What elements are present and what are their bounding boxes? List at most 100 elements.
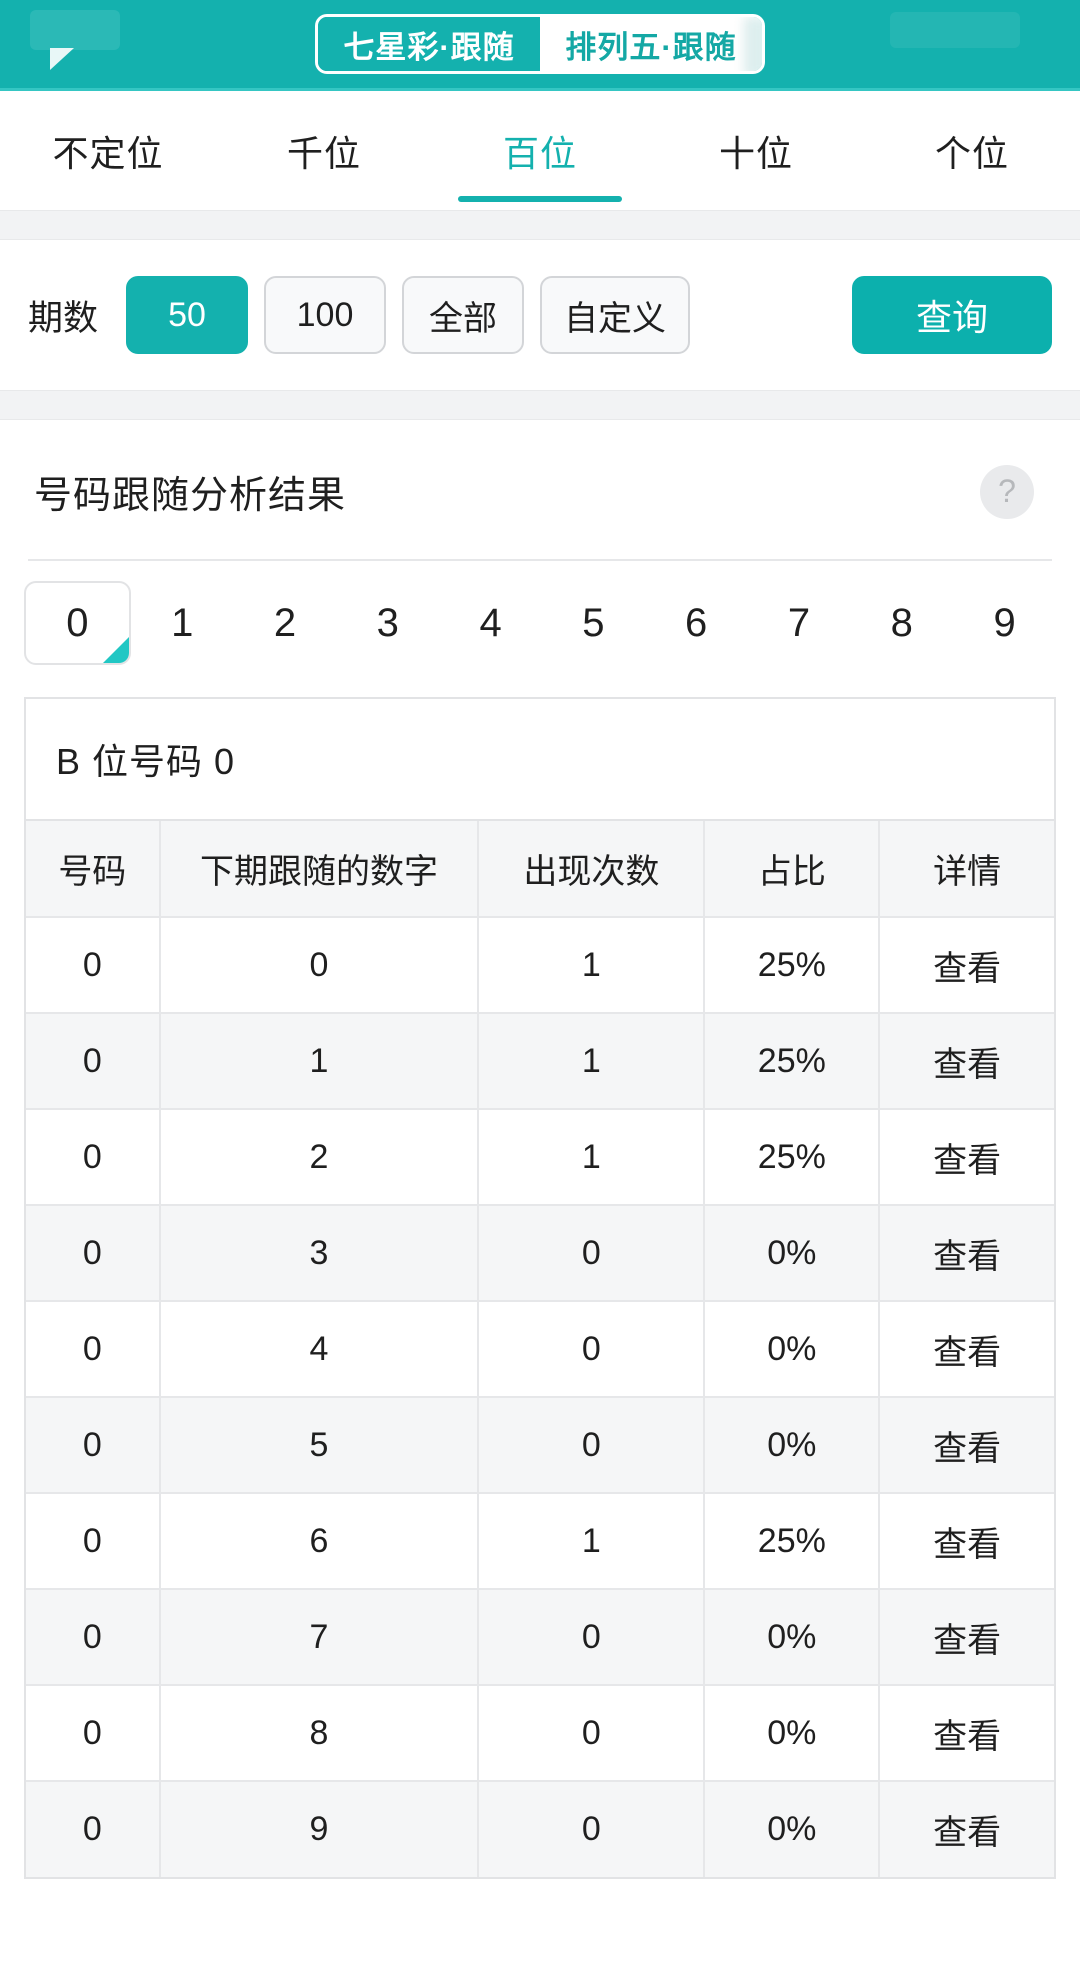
cell-number: 0 <box>26 1205 161 1302</box>
digit-option-1-label: 1 <box>171 600 194 645</box>
table-header-row: 号码 下期跟随的数字 出现次数 占比 详情 <box>26 821 1054 918</box>
cell-follow: 0 <box>159 917 480 1014</box>
table-row: 0 0 1 25% 查看 <box>26 917 1054 1014</box>
segment-pailiewu-label: 排列五·跟随 <box>565 29 737 65</box>
cell-ratio: 0% <box>704 1301 881 1398</box>
tab-shi-wei[interactable]: 十位 <box>648 91 864 210</box>
cell-follow: 4 <box>159 1301 480 1398</box>
header-right-placeholder <box>890 12 1020 48</box>
cell-follow: 9 <box>159 1781 480 1877</box>
cell-detail-link[interactable]: 查看 <box>879 1109 1054 1206</box>
digit-option-5-label: 5 <box>582 600 605 645</box>
cell-count: 1 <box>478 1493 706 1590</box>
help-icon[interactable]: ? <box>980 464 1034 519</box>
period-option-50-label: 50 <box>168 295 206 334</box>
cell-number: 0 <box>26 1109 161 1206</box>
cell-ratio: 0% <box>704 1589 881 1686</box>
period-option-100[interactable]: 100 <box>264 276 387 354</box>
cell-follow: 6 <box>159 1493 480 1590</box>
cell-detail-link[interactable]: 查看 <box>879 1685 1054 1782</box>
cell-count: 0 <box>478 1397 706 1494</box>
table-row: 0 5 0 0% 查看 <box>26 1397 1054 1494</box>
result-header: 号码跟随分析结果 ? <box>0 420 1080 519</box>
digit-option-0[interactable]: 0 <box>24 581 131 665</box>
cell-detail-link[interactable]: 查看 <box>879 1205 1054 1302</box>
section-divider-bottom <box>0 390 1080 420</box>
period-option-50[interactable]: 50 <box>126 276 249 354</box>
header-back-arrow-icon[interactable] <box>50 48 74 70</box>
digit-option-1[interactable]: 1 <box>131 581 234 665</box>
cell-follow: 2 <box>159 1109 480 1206</box>
column-header-number: 号码 <box>26 821 161 918</box>
digit-option-4[interactable]: 4 <box>439 581 542 665</box>
segment-pailiewu[interactable]: 排列五·跟随 <box>540 17 762 71</box>
tab-bai-wei[interactable]: 百位 <box>432 91 648 210</box>
cell-number: 0 <box>26 1301 161 1398</box>
cell-ratio: 25% <box>704 1013 881 1110</box>
period-option-all-label: 全部 <box>429 299 498 338</box>
cell-count: 1 <box>478 917 706 1014</box>
digit-option-3-label: 3 <box>376 600 399 645</box>
query-button[interactable]: 查询 <box>852 276 1052 354</box>
cell-number: 0 <box>26 917 161 1014</box>
table-row: 0 9 0 0% 查看 <box>26 1781 1054 1877</box>
tab-qian-wei-label: 千位 <box>286 132 361 174</box>
cell-number: 0 <box>26 1781 161 1877</box>
cell-number: 0 <box>26 1493 161 1590</box>
digit-option-8[interactable]: 8 <box>850 581 953 665</box>
table-row: 0 3 0 0% 查看 <box>26 1205 1054 1302</box>
period-filter-row: 期数 50 100 全部 自定义 查询 <box>0 240 1080 390</box>
cell-number: 0 <box>26 1013 161 1110</box>
cell-detail-link[interactable]: 查看 <box>879 1013 1054 1110</box>
period-option-all[interactable]: 全部 <box>402 276 525 354</box>
tab-shi-wei-label: 十位 <box>718 132 793 174</box>
cell-number: 0 <box>26 1685 161 1782</box>
cell-detail-link[interactable]: 查看 <box>879 1493 1054 1590</box>
cell-ratio: 25% <box>704 917 881 1014</box>
cell-count: 0 <box>478 1589 706 1686</box>
cell-ratio: 25% <box>704 1493 881 1590</box>
table-row: 0 6 1 25% 查看 <box>26 1493 1054 1590</box>
cell-detail-link[interactable]: 查看 <box>879 1397 1054 1494</box>
digit-option-9[interactable]: 9 <box>953 581 1056 665</box>
digit-option-9-label: 9 <box>993 600 1016 645</box>
tab-buding-wei-label: 不定位 <box>52 132 164 174</box>
digit-selector: 0 1 2 3 4 5 6 7 8 9 <box>0 561 1080 683</box>
digit-option-0-label: 0 <box>66 600 89 645</box>
period-option-custom-label: 自定义 <box>564 299 667 338</box>
column-header-follow: 下期跟随的数字 <box>159 821 480 918</box>
cell-detail-link[interactable]: 查看 <box>879 917 1054 1014</box>
cell-count: 0 <box>478 1301 706 1398</box>
segment-qixingcai-label: 七星彩·跟随 <box>343 29 515 65</box>
table-row: 0 1 1 25% 查看 <box>26 1013 1054 1110</box>
app-header: 七星彩·跟随 排列五·跟随 <box>0 0 1080 88</box>
period-option-custom[interactable]: 自定义 <box>540 276 691 354</box>
result-title: 号码跟随分析结果 <box>34 475 347 517</box>
digit-option-6[interactable]: 6 <box>645 581 748 665</box>
card-title: B 位号码 0 <box>26 699 1054 821</box>
cell-ratio: 0% <box>704 1685 881 1782</box>
cell-count: 1 <box>478 1013 706 1110</box>
cell-detail-link[interactable]: 查看 <box>879 1781 1054 1877</box>
table-row: 0 2 1 25% 查看 <box>26 1109 1054 1206</box>
table-row: 0 7 0 0% 查看 <box>26 1589 1054 1686</box>
digit-option-3[interactable]: 3 <box>336 581 439 665</box>
digit-option-6-label: 6 <box>685 600 708 645</box>
cell-ratio: 0% <box>704 1397 881 1494</box>
cell-count: 0 <box>478 1781 706 1877</box>
cell-ratio: 25% <box>704 1109 881 1206</box>
tab-ge-wei[interactable]: 个位 <box>864 91 1080 210</box>
tab-buding-wei[interactable]: 不定位 <box>0 91 216 210</box>
digit-option-7[interactable]: 7 <box>748 581 851 665</box>
cell-number: 0 <box>26 1397 161 1494</box>
segment-qixingcai[interactable]: 七星彩·跟随 <box>318 17 540 71</box>
tab-qian-wei[interactable]: 千位 <box>216 91 432 210</box>
cell-follow: 1 <box>159 1013 480 1110</box>
lottery-type-segmented-control[interactable]: 七星彩·跟随 排列五·跟随 <box>315 14 765 74</box>
cell-detail-link[interactable]: 查看 <box>879 1589 1054 1686</box>
follow-analysis-table: 号码 下期跟随的数字 出现次数 占比 详情 0 0 1 25% 查看 0 1 1… <box>26 821 1054 1877</box>
digit-option-5[interactable]: 5 <box>542 581 645 665</box>
digit-option-2-label: 2 <box>273 600 297 645</box>
digit-option-2[interactable]: 2 <box>234 581 337 665</box>
cell-detail-link[interactable]: 查看 <box>879 1301 1054 1398</box>
